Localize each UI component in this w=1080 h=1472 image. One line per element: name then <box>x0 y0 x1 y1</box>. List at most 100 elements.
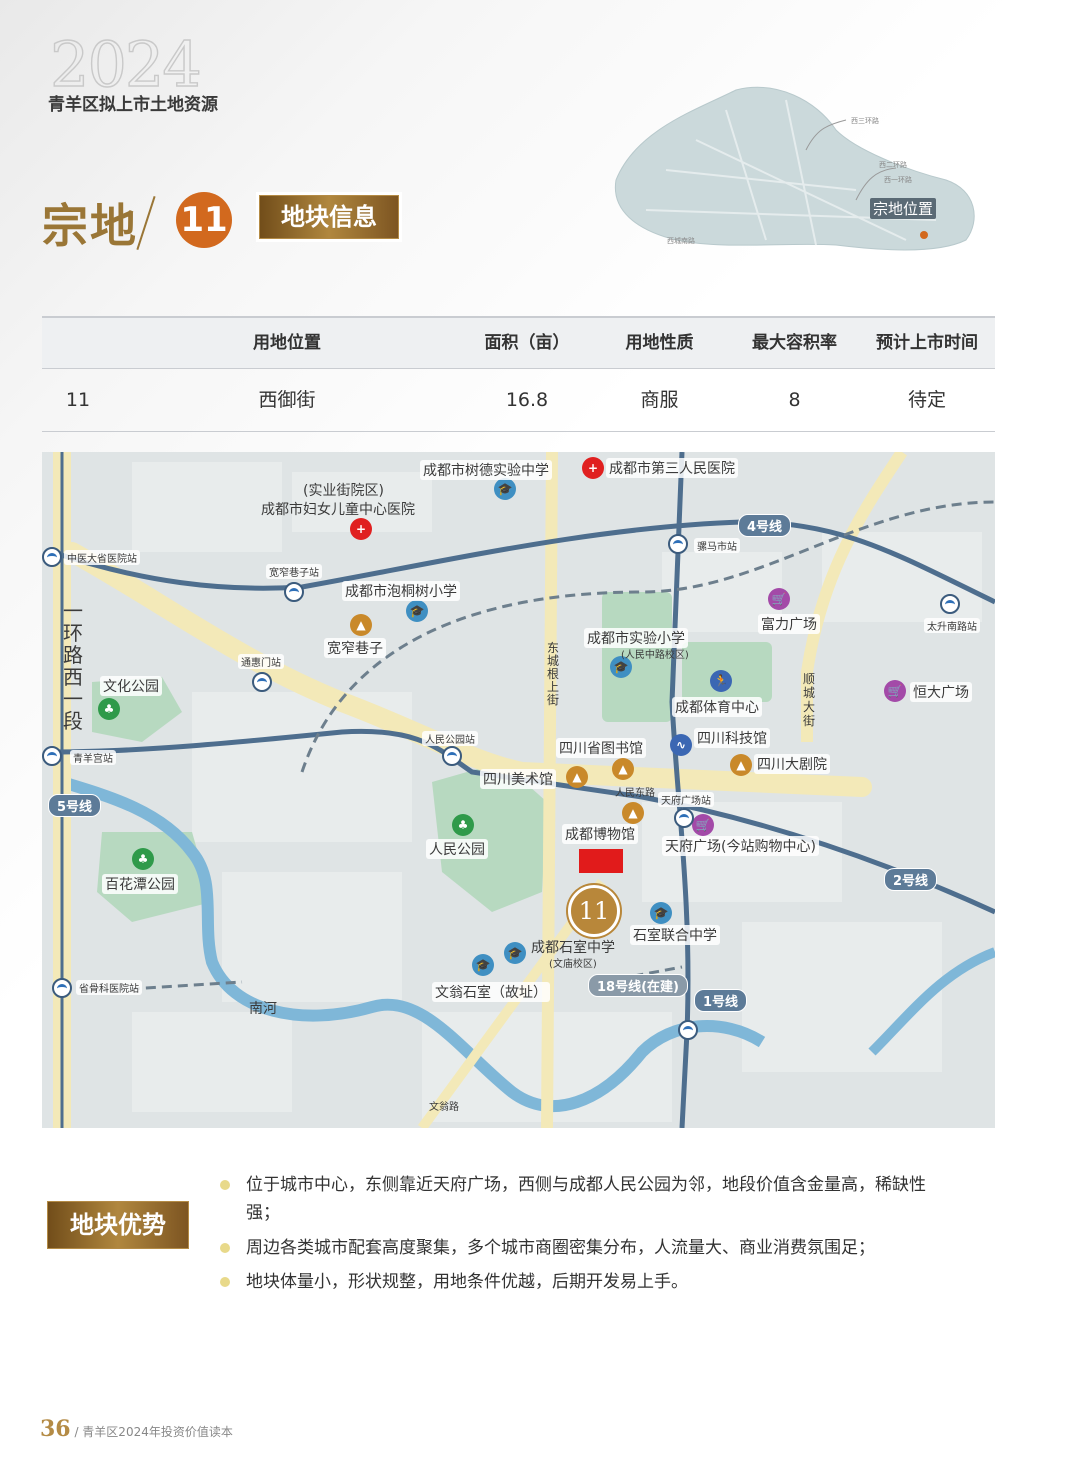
poi-sub-label: (文庙校区) <box>549 959 597 970</box>
advantage-text: 地块体量小，形状规整，用地条件优越，后期开发易上手。 <box>246 1272 688 1292</box>
table-header: 最大容积率 <box>752 333 837 353</box>
metro-station-icon <box>674 808 694 828</box>
minimap-road-label: 西城南路 <box>667 237 695 245</box>
plot-number-badge: 11 <box>176 192 232 248</box>
table-header-row: 用地位置 面积（亩） 用地性质 最大容积率 预计上市时间 <box>42 316 995 369</box>
shopping-cart-icon: 🛒 <box>692 814 714 836</box>
section-badge-advantages: 地块优势 <box>44 1198 192 1252</box>
landmark-icon: ▲ <box>566 766 588 788</box>
poi-label: 四川科技馆 <box>694 728 770 748</box>
table-header: 预计上市时间 <box>876 333 978 353</box>
location-minimap: 西三环路 西二环路 西一环路 西城南路 宗地位置 <box>606 70 986 270</box>
poi-sub-label: (人民中路校区) <box>621 650 689 661</box>
landmark-icon: ▲ <box>612 758 634 780</box>
minimap-road-label: 西二环路 <box>879 161 907 169</box>
minimap-road-label: 西一环路 <box>884 176 912 184</box>
road-label: 一环路西一段 <box>63 599 83 733</box>
poi-label: 四川省图书馆 <box>556 738 646 758</box>
road-label: 东城根上街 <box>547 641 560 707</box>
poi-label: 成都市树德实验中学 <box>420 460 552 480</box>
table-cell: 16.8 <box>505 389 549 411</box>
station-label: 省骨科医院站 <box>76 980 142 995</box>
landmark-icon: ▲ <box>622 802 644 824</box>
poi-label: 恒大广场 <box>910 682 972 702</box>
school-icon: 🎓 <box>494 478 516 500</box>
poi-label: 成都市妇女儿童中心医院 <box>261 502 415 518</box>
footer-text: / 青羊区2024年投资价值读本 <box>74 1425 233 1439</box>
road-label: 人民东路 <box>615 788 655 799</box>
metro-line-badge: 5号线 <box>48 794 102 817</box>
bullet-dot <box>220 1277 230 1287</box>
section-badge-plot-info: 地块信息 <box>256 192 402 242</box>
poi-label: 文翁石室（故址） <box>432 982 550 1002</box>
poi-label: 四川大剧院 <box>754 754 830 774</box>
table-header: 面积（亩） <box>484 333 570 353</box>
landmark-icon: ▲ <box>730 754 752 776</box>
metro-line-badge: 4号线 <box>738 514 792 537</box>
minimap-location-label: 宗地位置 <box>870 198 937 219</box>
metro-station-icon <box>940 594 960 614</box>
table-cell: 11 <box>65 389 91 411</box>
metro-station-icon <box>678 1020 698 1040</box>
table-cell: 西御街 <box>258 389 316 411</box>
science-icon: ∿ <box>670 734 692 756</box>
station-label: 中医大省医院站 <box>64 550 140 565</box>
map-base <box>42 452 995 1128</box>
poi-label: 人民公园 <box>426 839 488 859</box>
poi-label: 成都市泡桐树小学 <box>342 581 460 601</box>
school-icon: 🎓 <box>472 954 494 976</box>
station-label: 宽窄巷子站 <box>266 564 322 579</box>
table-header: 用地性质 <box>625 333 694 353</box>
park-icon: ♣ <box>132 848 154 870</box>
table-cell: 8 <box>788 389 801 411</box>
poi-label: 石室联合中学 <box>630 925 720 945</box>
shopping-cart-icon: 🛒 <box>768 588 790 610</box>
poi-label: 成都体育中心 <box>672 697 762 717</box>
road-label: 文翁路 <box>429 1102 459 1113</box>
plot-marker <box>579 849 623 873</box>
table-cell: 待定 <box>907 389 946 411</box>
page-footer: 36 / 青羊区2024年投资价值读本 <box>40 1416 233 1442</box>
station-label: 天府广场站 <box>658 792 714 807</box>
advantage-item: 周边各类城市配套高度聚集，多个城市商圈密集分布，人流量大、商业消费氛围足； <box>220 1234 956 1262</box>
poi-label: 成都石室中学 <box>531 940 615 956</box>
hospital-icon: + <box>350 518 372 540</box>
advantage-item: 位于城市中心，东侧靠近天府广场，西侧与成都人民公园为邻，地段价值含金量高，稀缺性… <box>220 1171 956 1227</box>
station-label: 人民公园站 <box>422 731 478 746</box>
river-label: 南河 <box>249 1001 277 1017</box>
park-icon: ♣ <box>98 698 120 720</box>
table-row: 11 西御街 16.8 商服 8 待定 <box>42 369 995 432</box>
page-subtitle: 青羊区拟上市土地资源 <box>48 95 218 115</box>
school-icon: 🎓 <box>504 942 526 964</box>
metro-station-icon <box>52 978 72 998</box>
road-label: 顺城大街 <box>803 672 816 728</box>
poi-label: (实业街院区) <box>303 483 384 499</box>
school-icon: 🎓 <box>406 600 428 622</box>
poi-label: 富力广场 <box>758 614 820 634</box>
metro-station-icon <box>284 582 304 602</box>
metro-station-icon <box>42 547 62 567</box>
landmark-icon: ▲ <box>350 614 372 636</box>
metro-station-icon <box>252 672 272 692</box>
poi-label: 宽窄巷子 <box>324 638 386 658</box>
metro-line-badge: 1号线 <box>694 989 748 1012</box>
table-header: 用地位置 <box>253 333 321 353</box>
advantage-text: 周边各类城市配套高度聚集，多个城市商圈密集分布，人流量大、商业消费氛围足； <box>246 1238 875 1258</box>
table-cell: 商服 <box>640 389 679 411</box>
metro-line-badge: 18号线(在建) <box>588 974 688 997</box>
location-map: 11 🎓 + + 🎓 ▲ 🛒 🎓 🏃 🛒 ♣ ∿ ▲ ▲ ▲ ▲ 🛒 ♣ ♣ 🎓… <box>42 452 995 1128</box>
metro-station-icon <box>668 534 688 554</box>
minimap-road-label: 西三环路 <box>851 117 879 125</box>
bullet-dot <box>220 1243 230 1253</box>
park-icon: ♣ <box>452 814 474 836</box>
advantage-item: 地块体量小，形状规整，用地条件优越，后期开发易上手。 <box>220 1268 956 1296</box>
plot-info-table: 用地位置 面积（亩） 用地性质 最大容积率 预计上市时间 11 西御街 16.8… <box>42 316 995 432</box>
station-label: 通惠门站 <box>238 654 284 669</box>
plot-number-marker: 11 <box>568 885 620 937</box>
metro-line-badge: 2号线 <box>884 868 938 891</box>
poi-label: 百花潭公园 <box>102 874 178 894</box>
station-label: 青羊宫站 <box>70 750 116 765</box>
hospital-icon: + <box>582 457 604 479</box>
advantage-text: 位于城市中心，东侧靠近天府广场，西侧与成都人民公园为邻，地段价值含金量高，稀缺性… <box>246 1175 926 1223</box>
page-number: 36 <box>40 1416 71 1442</box>
